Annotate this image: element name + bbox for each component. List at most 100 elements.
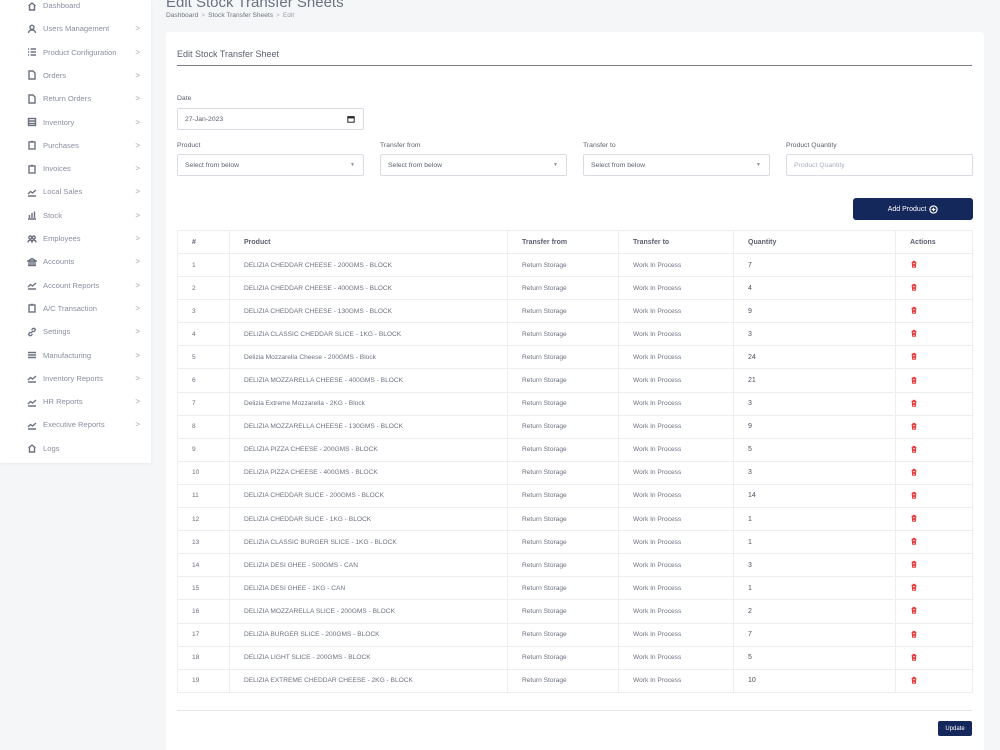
sidebar-item-inventory-reports[interactable]: Inventory Reports >	[0, 367, 151, 390]
trash-icon[interactable]	[910, 676, 918, 686]
row-actions	[895, 299, 973, 324]
trash-icon[interactable]	[910, 630, 918, 640]
chevron-right-icon: >	[135, 234, 140, 243]
chart-icon	[26, 210, 37, 221]
chevron-right-icon: >	[135, 70, 140, 80]
row-index: 15	[177, 576, 230, 601]
trash-icon[interactable]	[910, 514, 918, 524]
sidebar-item-account-reports[interactable]: Account Reports >	[0, 274, 151, 297]
chevron-right-icon: >	[135, 350, 140, 360]
sidebar-item-invoices[interactable]: Invoices >	[0, 157, 151, 180]
row-product: DELIZIA PIZZA CHEESE - 400GMS - BLOCK	[229, 461, 508, 485]
sidebar-item-inventory[interactable]: Inventory >	[0, 111, 151, 134]
table-row: 8 DELIZIA MOZZARELLA CHEESE - 130GMS - BL…	[177, 415, 973, 439]
trend-icon	[26, 186, 37, 197]
trend-icon	[26, 419, 37, 430]
sidebar-item-purchases[interactable]: Purchases >	[0, 134, 151, 157]
sidebar-item-users-management[interactable]: Users Management >	[0, 17, 151, 40]
sidebar-item-label: A/C Transaction	[43, 303, 98, 313]
caret-down-icon: ▼	[350, 162, 355, 168]
sidebar-item-stock[interactable]: Stock >	[0, 204, 151, 227]
trash-icon[interactable]	[910, 260, 918, 270]
sidebar-item-label: Return Orders	[43, 94, 92, 104]
sidebar-item-executive-reports[interactable]: Executive Reports >	[0, 413, 151, 436]
trash-icon[interactable]	[910, 284, 918, 293]
sidebar-item-dashboard[interactable]: Dashboard	[0, 0, 151, 17]
table-row: 15 DELIZIA DESI GHEE - 1KG - CAN Return St…	[177, 576, 973, 601]
row-product: DELIZIA DESI GHEE - 500GMS - CAN	[229, 553, 508, 578]
breadcrumb-dashboard[interactable]: Dashboard	[166, 12, 198, 19]
add-product-label: Add Product	[887, 205, 927, 213]
trash-icon[interactable]	[910, 330, 918, 339]
row-actions	[895, 507, 973, 532]
table-row: 9 DELIZIA PIZZA CHEESE - 200GMS - BLOCK Re…	[177, 438, 973, 462]
row-actions	[895, 392, 973, 416]
sidebar-item-return-orders[interactable]: Return Orders >	[0, 87, 151, 110]
trash-icon[interactable]	[910, 307, 918, 316]
trash-icon[interactable]	[910, 399, 918, 409]
row-quantity: 21	[733, 368, 896, 393]
trash-icon[interactable]	[910, 584, 918, 593]
table-row: 1 DELIZIA CHEDDAR CHEESE - 200GMS - BLOCK…	[177, 253, 973, 278]
row-transfer-to: Work In Process	[618, 461, 734, 485]
trash-icon[interactable]	[910, 538, 918, 547]
row-actions	[895, 553, 973, 578]
sidebar-item-hr-reports[interactable]: HR Reports >	[0, 390, 151, 413]
product-select[interactable]: Select from below ▼	[177, 154, 364, 176]
row-product: DELIZIA CHEDDAR SLICE - 1KG - BLOCK	[229, 507, 508, 532]
row-transfer-to: Work In Process	[618, 599, 734, 624]
row-transfer-from: Return Storage	[507, 253, 619, 278]
row-transfer-from: Return Storage	[507, 553, 619, 578]
trash-icon[interactable]	[910, 607, 918, 616]
row-actions	[895, 322, 973, 347]
row-index: 5	[177, 345, 230, 370]
row-transfer-to: Work In Process	[618, 368, 734, 393]
trash-icon[interactable]	[910, 653, 918, 663]
transfer-to-select[interactable]: Select from below ▼	[583, 154, 770, 176]
sidebar-item-manufacturing[interactable]: Manufacturing >	[0, 344, 151, 367]
row-quantity: 4	[733, 276, 896, 301]
row-product: DELIZIA CHEDDAR CHEESE - 200GMS - BLOCK	[229, 253, 508, 278]
row-product: DELIZIA CLASSIC CHEDDAR SLICE - 1KG - BL…	[229, 322, 508, 347]
row-transfer-to: Work In Process	[618, 484, 734, 509]
transfer-from-select[interactable]: Select from below ▼	[380, 154, 567, 176]
row-transfer-from: Return Storage	[507, 576, 619, 601]
trash-icon[interactable]	[910, 491, 918, 501]
chevron-right-icon: >	[135, 24, 140, 34]
transfer-from-label: Transfer from	[380, 142, 421, 149]
sidebar-item-orders[interactable]: Orders >	[0, 64, 151, 87]
trash-icon[interactable]	[910, 376, 918, 386]
add-product-button[interactable]: Add Product	[853, 198, 973, 220]
row-quantity: 10	[733, 669, 896, 693]
trash-icon[interactable]	[910, 353, 918, 362]
col-header-transfer-to: Transfer to	[618, 230, 734, 254]
update-button[interactable]: Update	[938, 721, 972, 736]
sidebar-item-employees[interactable]: Employees >	[0, 227, 151, 250]
sidebar-item-product-configuration[interactable]: Product Configuration >	[0, 41, 151, 64]
sidebar-item-settings[interactable]: Settings >	[0, 320, 151, 343]
sidebar-item-accounts[interactable]: Accounts >	[0, 250, 151, 273]
sidebar-item-logs[interactable]: Logs	[0, 437, 151, 460]
row-index: 10	[177, 461, 230, 485]
row-transfer-from: Return Storage	[507, 345, 619, 370]
calendar-icon[interactable]	[347, 115, 355, 123]
breadcrumb-stock-transfer-sheets[interactable]: Stock Transfer Sheets	[208, 12, 273, 19]
trash-icon[interactable]	[910, 445, 918, 455]
row-product: DELIZIA MOZZARELLA CHEESE - 400GMS - BLO…	[229, 368, 508, 393]
row-product: DELIZIA CHEDDAR SLICE - 200GMS - BLOCK	[229, 484, 508, 509]
date-input[interactable]: 27-Jan-2023	[177, 108, 364, 130]
row-transfer-from: Return Storage	[507, 415, 619, 439]
product-quantity-input[interactable]: Product Quantity	[786, 154, 973, 176]
trend-icon	[26, 280, 37, 291]
row-transfer-from: Return Storage	[507, 299, 619, 324]
row-transfer-to: Work In Process	[618, 253, 734, 278]
row-transfer-from: Return Storage	[507, 392, 619, 416]
row-transfer-from: Return Storage	[507, 484, 619, 509]
table-row: 2 DELIZIA CHEDDAR CHEESE - 400GMS - BLOCK…	[177, 276, 973, 301]
sidebar-item-a-c-transaction[interactable]: A/C Transaction >	[0, 297, 151, 320]
trash-icon[interactable]	[910, 561, 918, 570]
sidebar-item-local-sales[interactable]: Local Sales >	[0, 180, 151, 203]
row-transfer-to: Work In Process	[618, 392, 734, 416]
trash-icon[interactable]	[910, 422, 918, 432]
trash-icon[interactable]	[910, 468, 918, 478]
